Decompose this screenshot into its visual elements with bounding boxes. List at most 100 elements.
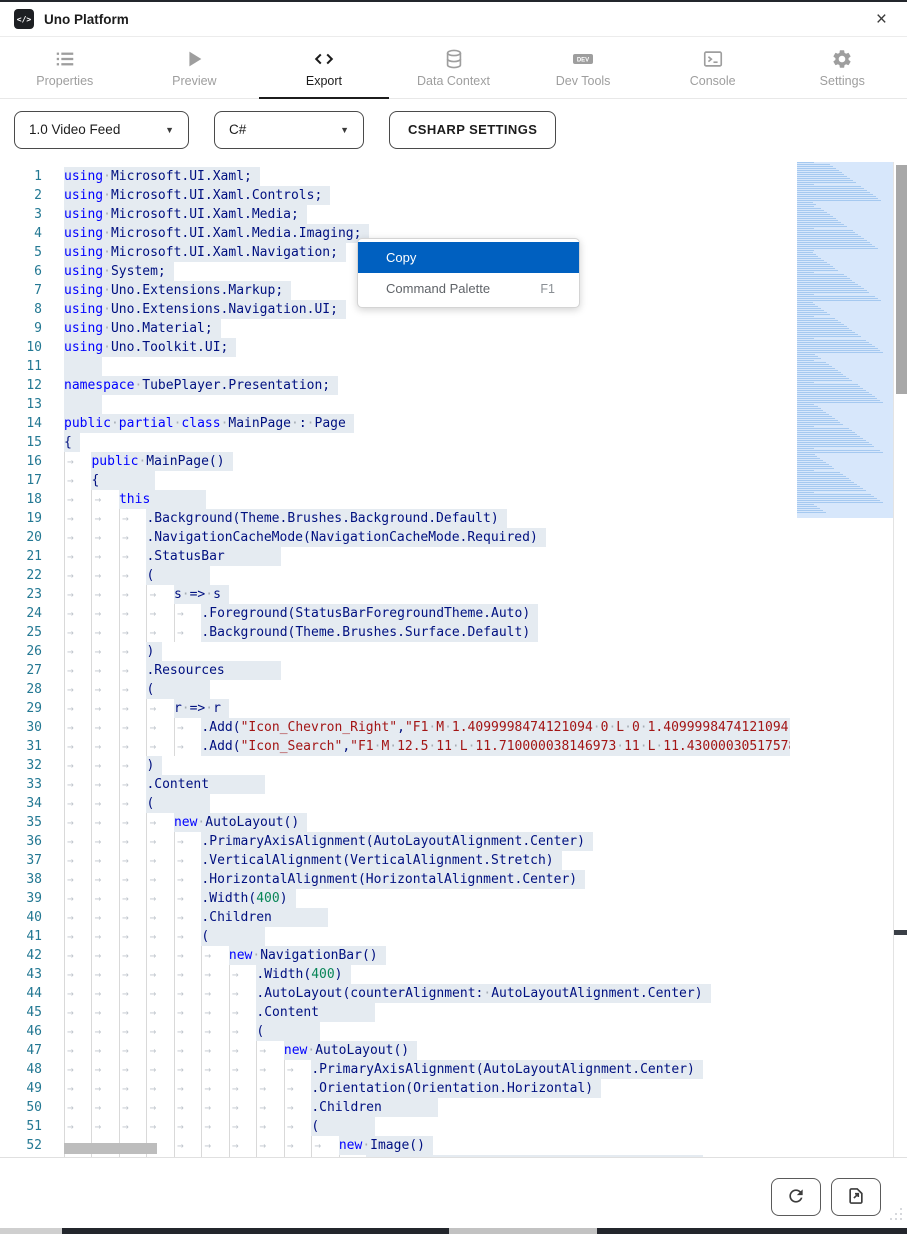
minimap-line <box>797 436 860 437</box>
tab-settings[interactable]: Settings <box>777 37 907 98</box>
minimap-line <box>797 194 873 195</box>
code-line: →→→→→→→→→.PrimaryAxisAlignment(AutoLayou… <box>64 1060 790 1079</box>
minimap-line <box>797 252 813 253</box>
minimap-line <box>797 228 814 229</box>
menu-item-label: Copy <box>386 250 416 265</box>
tab-label: Data Context <box>417 74 490 88</box>
console-icon <box>702 48 724 70</box>
minimap-line <box>797 246 875 247</box>
code-editor[interactable]: 1234567891011121314151617181920212223242… <box>0 162 907 1158</box>
target-select[interactable]: 1.0 Video Feed ▼ <box>14 111 189 149</box>
scrollbar-marker <box>894 930 907 935</box>
uno-platform-logo-icon: </> <box>14 9 34 29</box>
svg-text:DEV: DEV <box>577 57 589 63</box>
minimap-line <box>797 358 821 359</box>
line-number: 28 <box>0 680 42 699</box>
minimap-line <box>797 510 823 511</box>
line-number: 52 <box>0 1136 42 1155</box>
close-icon[interactable]: × <box>870 8 893 31</box>
line-number: 41 <box>0 927 42 946</box>
code-line: →→this <box>64 490 790 509</box>
minimap-line <box>797 274 844 275</box>
minimap-line <box>797 382 814 383</box>
minimap-line <box>797 204 816 205</box>
code-line: →→→→→.Foreground(StatusBarForegroundThem… <box>64 604 790 623</box>
code-line: →→→→→.Children <box>64 908 790 927</box>
minimap-line <box>797 440 866 441</box>
minimap-line <box>797 482 854 483</box>
line-number: 4 <box>0 224 42 243</box>
minimap-line <box>797 386 860 387</box>
app-window: </> Uno Platform × Properties Preview Ex… <box>0 0 907 1234</box>
minimap-line <box>797 426 814 427</box>
minimap-line <box>797 232 855 233</box>
line-number: 7 <box>0 281 42 300</box>
line-number: 51 <box>0 1117 42 1136</box>
minimap-line <box>797 290 867 291</box>
minimap-line <box>797 302 813 303</box>
tab-preview[interactable]: Preview <box>130 37 260 98</box>
minimap-line <box>797 272 814 273</box>
line-number: 2 <box>0 186 42 205</box>
minimap-line <box>797 328 849 329</box>
minimap-line <box>797 404 814 405</box>
page-horizontal-scrollbar[interactable] <box>0 1228 907 1234</box>
data-context-icon <box>443 48 465 70</box>
minimap-line <box>797 380 852 381</box>
tab-console[interactable]: Console <box>648 37 778 98</box>
vertical-scrollbar[interactable] <box>893 162 907 1157</box>
horizontal-scrollbar-thumb[interactable] <box>64 1143 157 1154</box>
minimap-line <box>797 244 872 245</box>
minimap-line <box>797 214 830 215</box>
minimap-line <box>797 344 872 345</box>
context-menu-item-command-palette[interactable]: Command Palette F1 <box>358 273 579 304</box>
tab-label: Preview <box>172 74 216 88</box>
refresh-button[interactable] <box>771 1178 821 1216</box>
minimap-line <box>797 188 864 189</box>
line-number: 34 <box>0 794 42 813</box>
code-line: →→→→→→→.Width(400) <box>64 965 790 984</box>
minimap-line <box>797 184 814 185</box>
minimap-line <box>797 454 815 455</box>
minimap-line <box>797 192 870 193</box>
minimap-line <box>797 284 858 285</box>
code-line: →→→→→.Width(400) <box>64 889 790 908</box>
minimap-line <box>797 478 849 479</box>
minimap-line <box>797 240 867 241</box>
line-number: 12 <box>0 376 42 395</box>
tab-export[interactable]: Export <box>259 37 389 98</box>
minimap-line <box>797 262 827 263</box>
page-horizontal-scrollbar-thumb[interactable] <box>449 1228 597 1234</box>
tab-dev-tools[interactable]: DEV Dev Tools <box>518 37 648 98</box>
minimap-line <box>797 352 883 353</box>
export-file-button[interactable] <box>831 1178 881 1216</box>
minimap-line <box>797 242 870 243</box>
minimap-line <box>797 392 869 393</box>
vertical-scrollbar-thumb[interactable] <box>896 165 907 394</box>
minimap-line <box>797 486 860 487</box>
minimap-line <box>797 400 880 401</box>
code-line: →→→.Resources <box>64 661 790 680</box>
minimap-line <box>797 472 840 473</box>
context-menu-item-copy[interactable]: Copy <box>358 242 579 273</box>
chevron-down-icon: ▼ <box>165 125 174 135</box>
code-line: →→→→→.Add("Icon_Search","F1·M·12.5·11·L·… <box>64 737 790 756</box>
csharp-settings-button[interactable]: CSHARP SETTINGS <box>389 111 556 149</box>
language-select[interactable]: C# ▼ <box>214 111 364 149</box>
minimap[interactable] <box>797 162 893 518</box>
minimap-line <box>797 480 851 481</box>
minimap-line <box>797 398 877 399</box>
line-number: 49 <box>0 1079 42 1098</box>
code-content[interactable]: using·Microsoft.UI.Xaml;using·Microsoft.… <box>64 167 790 1158</box>
minimap-line <box>797 174 844 175</box>
minimap-line <box>797 162 814 163</box>
minimap-line <box>797 498 877 499</box>
minimap-line <box>797 260 824 261</box>
minimap-line <box>797 422 840 423</box>
minimap-line <box>797 368 835 369</box>
code-line: →public·MainPage() <box>64 452 790 471</box>
tab-data-context[interactable]: Data Context <box>389 37 519 98</box>
tab-label: Settings <box>820 74 865 88</box>
resize-grip[interactable] <box>886 1204 904 1222</box>
tab-properties[interactable]: Properties <box>0 37 130 98</box>
